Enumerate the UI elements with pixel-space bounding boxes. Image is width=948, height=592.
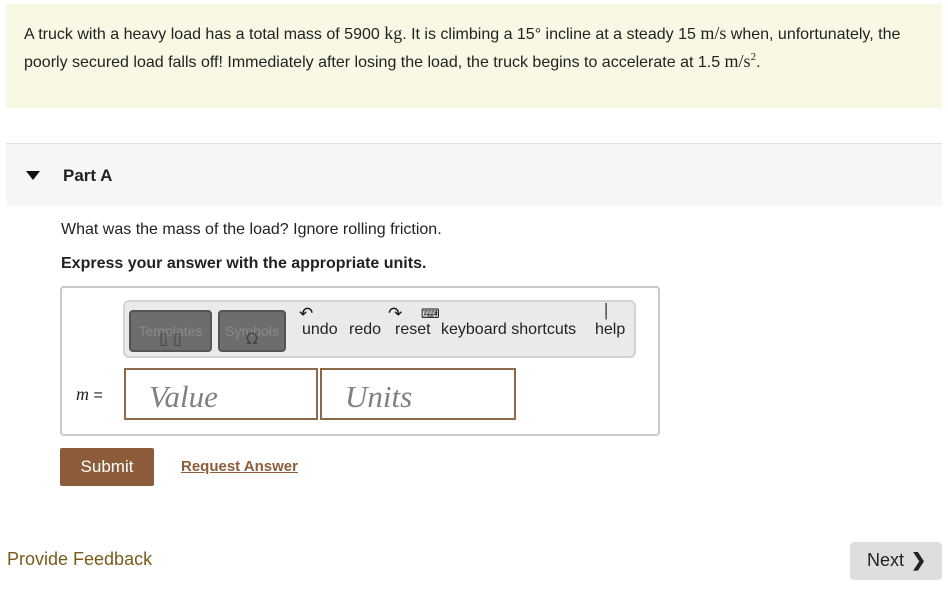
symbols-button[interactable]: Ω Symbols [218,310,286,352]
chevron-right-icon: ❯ [911,550,927,570]
answer-variable: m = [76,384,103,405]
next-label: Next [867,550,905,570]
provide-feedback-link[interactable]: Provide Feedback [7,549,152,570]
redo-button[interactable]: redo [349,321,381,339]
part-title: Part A [63,166,113,185]
caret-down-icon[interactable] [26,171,40,180]
help-icon: │ [602,304,611,320]
units-input[interactable] [320,368,516,420]
math-toolbar: ▯ ▯ Templates Ω Symbols ↶ undo ↷ redo ⌨ … [123,300,636,358]
problem-text-2: . It is climbing a 15° incline at a stea… [402,26,701,43]
help-button[interactable]: help [595,321,625,339]
problem-text-4: . [756,54,761,71]
answer-box: ▯ ▯ Templates Ω Symbols ↶ undo ↷ redo ⌨ … [60,286,660,436]
answer-instruction: Express your answer with the appropriate… [61,255,427,272]
templates-button[interactable]: ▯ ▯ Templates [129,310,212,352]
reset-button[interactable]: reset [395,321,431,339]
submit-button[interactable]: Submit [60,448,154,486]
problem-statement: A truck with a heavy load has a total ma… [6,4,942,108]
symbols-icon: Ω [245,329,259,348]
keyboard-icon: ⌨ [421,307,440,322]
accel-unit-base: m/s [724,51,751,71]
problem-text-1: A truck with a heavy load has a total ma… [24,26,385,43]
keyboard-shortcuts-button[interactable]: keyboard shortcuts [441,321,576,339]
variable-symbol: m [76,384,89,404]
part-header[interactable]: Part A [6,143,942,206]
speed-unit: m/s [700,23,727,43]
value-input[interactable] [124,368,318,420]
request-answer-link[interactable]: Request Answer [181,458,298,475]
templates-icon: ▯ ▯ [159,329,182,348]
mass-unit: kg [384,23,403,43]
equals-sign: = [93,387,103,404]
accel-unit: m/s2 [725,51,757,71]
question-prompt: What was the mass of the load? Ignore ro… [61,221,442,238]
next-button[interactable]: Next ❯ [850,542,942,580]
undo-button[interactable]: undo [302,321,338,339]
